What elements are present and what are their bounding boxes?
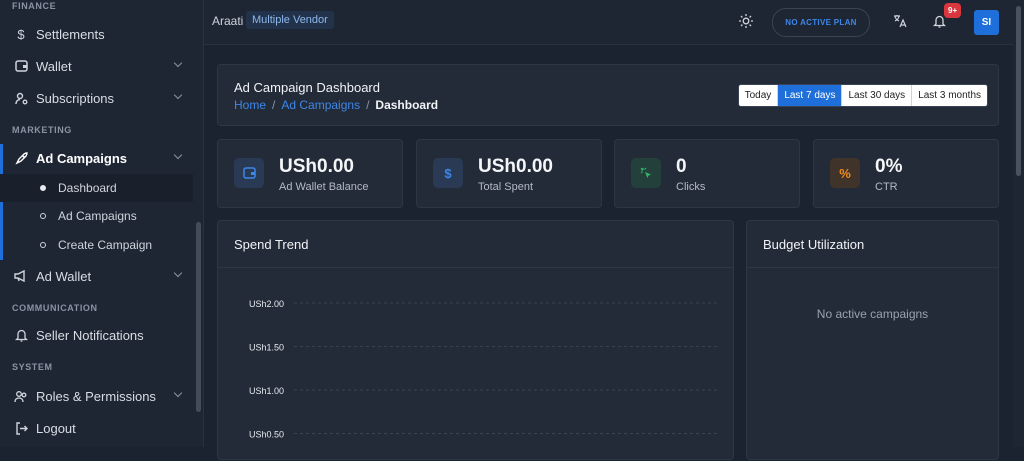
- section-finance: FINANCE: [12, 1, 57, 11]
- sidebar-item-subscriptions[interactable]: Subscriptions: [0, 84, 193, 112]
- empty-state-text: No active campaigns: [816, 307, 929, 321]
- chart-y-tick-label: USh1.50: [249, 343, 284, 353]
- stat-value: 0%: [875, 156, 903, 177]
- range-last-30-days-button[interactable]: Last 30 days: [842, 85, 913, 106]
- chart-y-tick-label: USh0.50: [249, 430, 284, 440]
- topbar: Araati Multiple Vendor NO ACTIVE PLAN 9+…: [204, 0, 1013, 45]
- chart-y-tick-label: USh2.00: [249, 299, 284, 309]
- sidebar-item-label: Settlements: [36, 26, 105, 42]
- submenu-item-ad-campaigns[interactable]: Ad Campaigns: [0, 202, 193, 230]
- rocket-icon: [14, 151, 28, 165]
- breadcrumb-separator: /: [272, 98, 276, 112]
- page-scrollbar[interactable]: [1013, 0, 1024, 447]
- stat-value: USh0.00: [279, 156, 354, 177]
- spend-trend-chart: USh2.00 USh1.50 USh1.00 USh0.50: [249, 299, 718, 440]
- sidebar-item-label: Seller Notifications: [36, 327, 144, 343]
- sidebar-item-wallet[interactable]: Wallet: [0, 52, 193, 80]
- stat-label: Clicks: [676, 181, 706, 193]
- stat-label: CTR: [875, 181, 898, 193]
- stat-card-clicks: 0 Clicks: [614, 139, 800, 208]
- submenu-item-dashboard[interactable]: Dashboard: [0, 174, 193, 202]
- cursor-click-icon: [631, 158, 661, 188]
- page-title: Ad Campaign Dashboard: [234, 80, 380, 95]
- bullet-icon: [40, 242, 46, 248]
- range-today-button[interactable]: Today: [739, 85, 779, 106]
- logout-icon: [14, 421, 28, 435]
- dollar-icon: $: [433, 158, 463, 188]
- spend-trend-panel: Spend Trend USh2.00 USh1.50 USh1.00 USh0.50: [217, 220, 734, 460]
- percent-icon: %: [830, 158, 860, 188]
- dashboard-header: Ad Campaign Dashboard Home / Ad Campaign…: [217, 64, 999, 126]
- stat-card-ctr: % 0% CTR: [813, 139, 999, 208]
- vendor-badge: Multiple Vendor: [246, 11, 334, 29]
- stat-value: USh0.00: [478, 156, 553, 177]
- sidebar-item-label: Wallet: [36, 58, 72, 74]
- range-last-7-days-button[interactable]: Last 7 days: [778, 85, 843, 106]
- user-cog-icon: [14, 91, 28, 105]
- bullet-icon: [40, 213, 46, 219]
- brand-name: Araati: [212, 14, 244, 28]
- chevron-down-icon: [173, 150, 183, 160]
- submenu-item-label: Dashboard: [58, 181, 117, 195]
- sidebar-item-label: Roles & Permissions: [36, 388, 156, 404]
- section-system: SYSTEM: [12, 362, 53, 372]
- panel-title: Budget Utilization: [763, 237, 865, 252]
- sidebar-item-seller-notifications[interactable]: Seller Notifications: [0, 321, 193, 349]
- page-scrollbar-thumb[interactable]: [1016, 6, 1021, 176]
- sidebar-item-roles-permissions[interactable]: Roles & Permissions: [0, 382, 193, 410]
- breadcrumb-current: Dashboard: [375, 98, 439, 112]
- chevron-down-icon: [173, 58, 183, 68]
- breadcrumb-ad-campaigns[interactable]: Ad Campaigns: [281, 98, 360, 112]
- sidebar-item-logout[interactable]: Logout: [0, 414, 193, 442]
- wallet-icon: [14, 59, 28, 73]
- stat-label: Ad Wallet Balance: [279, 181, 369, 193]
- chevron-down-icon: [173, 268, 183, 278]
- range-last-3-months-button[interactable]: Last 3 months: [912, 85, 987, 106]
- chevron-down-icon: [173, 90, 183, 100]
- translate-icon[interactable]: [893, 14, 907, 31]
- megaphone-icon: [14, 269, 28, 283]
- sidebar: FINANCE $ Settlements Wallet Subscriptio…: [0, 0, 204, 447]
- divider: [747, 267, 998, 268]
- sidebar-item-label: Ad Campaigns: [36, 150, 128, 166]
- sidebar-scrollbar[interactable]: [196, 222, 201, 412]
- avatar[interactable]: SI: [974, 10, 999, 35]
- sidebar-item-label: Ad Wallet: [36, 268, 92, 284]
- chart-y-tick-label: USh1.00: [249, 386, 284, 396]
- date-range-selector: Today Last 7 days Last 30 days Last 3 mo…: [737, 84, 988, 107]
- dollar-icon: $: [17, 26, 25, 42]
- stat-label: Total Spent: [478, 181, 534, 193]
- breadcrumb-home[interactable]: Home: [234, 98, 266, 112]
- bullet-icon: [40, 185, 46, 191]
- submenu-item-create-campaign[interactable]: Create Campaign: [0, 231, 193, 259]
- sidebar-item-label: Logout: [36, 420, 76, 436]
- sidebar-item-label: Subscriptions: [36, 90, 115, 106]
- bell-icon: [14, 328, 28, 342]
- submenu-item-label: Create Campaign: [58, 238, 153, 252]
- section-marketing: MARKETING: [12, 125, 72, 135]
- wallet-icon: [234, 158, 264, 188]
- chevron-down-icon: [173, 388, 183, 398]
- stat-card-total-spent: $ USh0.00 Total Spent: [416, 139, 602, 208]
- sun-icon[interactable]: [739, 14, 753, 31]
- active-plan-button[interactable]: NO ACTIVE PLAN: [772, 8, 870, 37]
- budget-utilization-panel: Budget Utilization No active campaigns: [746, 220, 999, 460]
- stat-card-ad-wallet-balance: USh0.00 Ad Wallet Balance: [217, 139, 403, 208]
- users-icon: [14, 389, 28, 403]
- stat-value: 0: [676, 156, 687, 177]
- submenu-item-label: Ad Campaigns: [58, 209, 137, 223]
- section-communication: COMMUNICATION: [12, 303, 98, 313]
- sidebar-item-settlements[interactable]: $ Settlements: [0, 20, 193, 48]
- breadcrumb: Home / Ad Campaigns / Dashboard: [234, 98, 438, 112]
- sidebar-item-ad-wallet[interactable]: Ad Wallet: [0, 262, 193, 290]
- notification-badge: 9+: [944, 3, 962, 18]
- breadcrumb-separator: /: [366, 98, 370, 112]
- sidebar-item-ad-campaigns[interactable]: Ad Campaigns: [0, 144, 193, 172]
